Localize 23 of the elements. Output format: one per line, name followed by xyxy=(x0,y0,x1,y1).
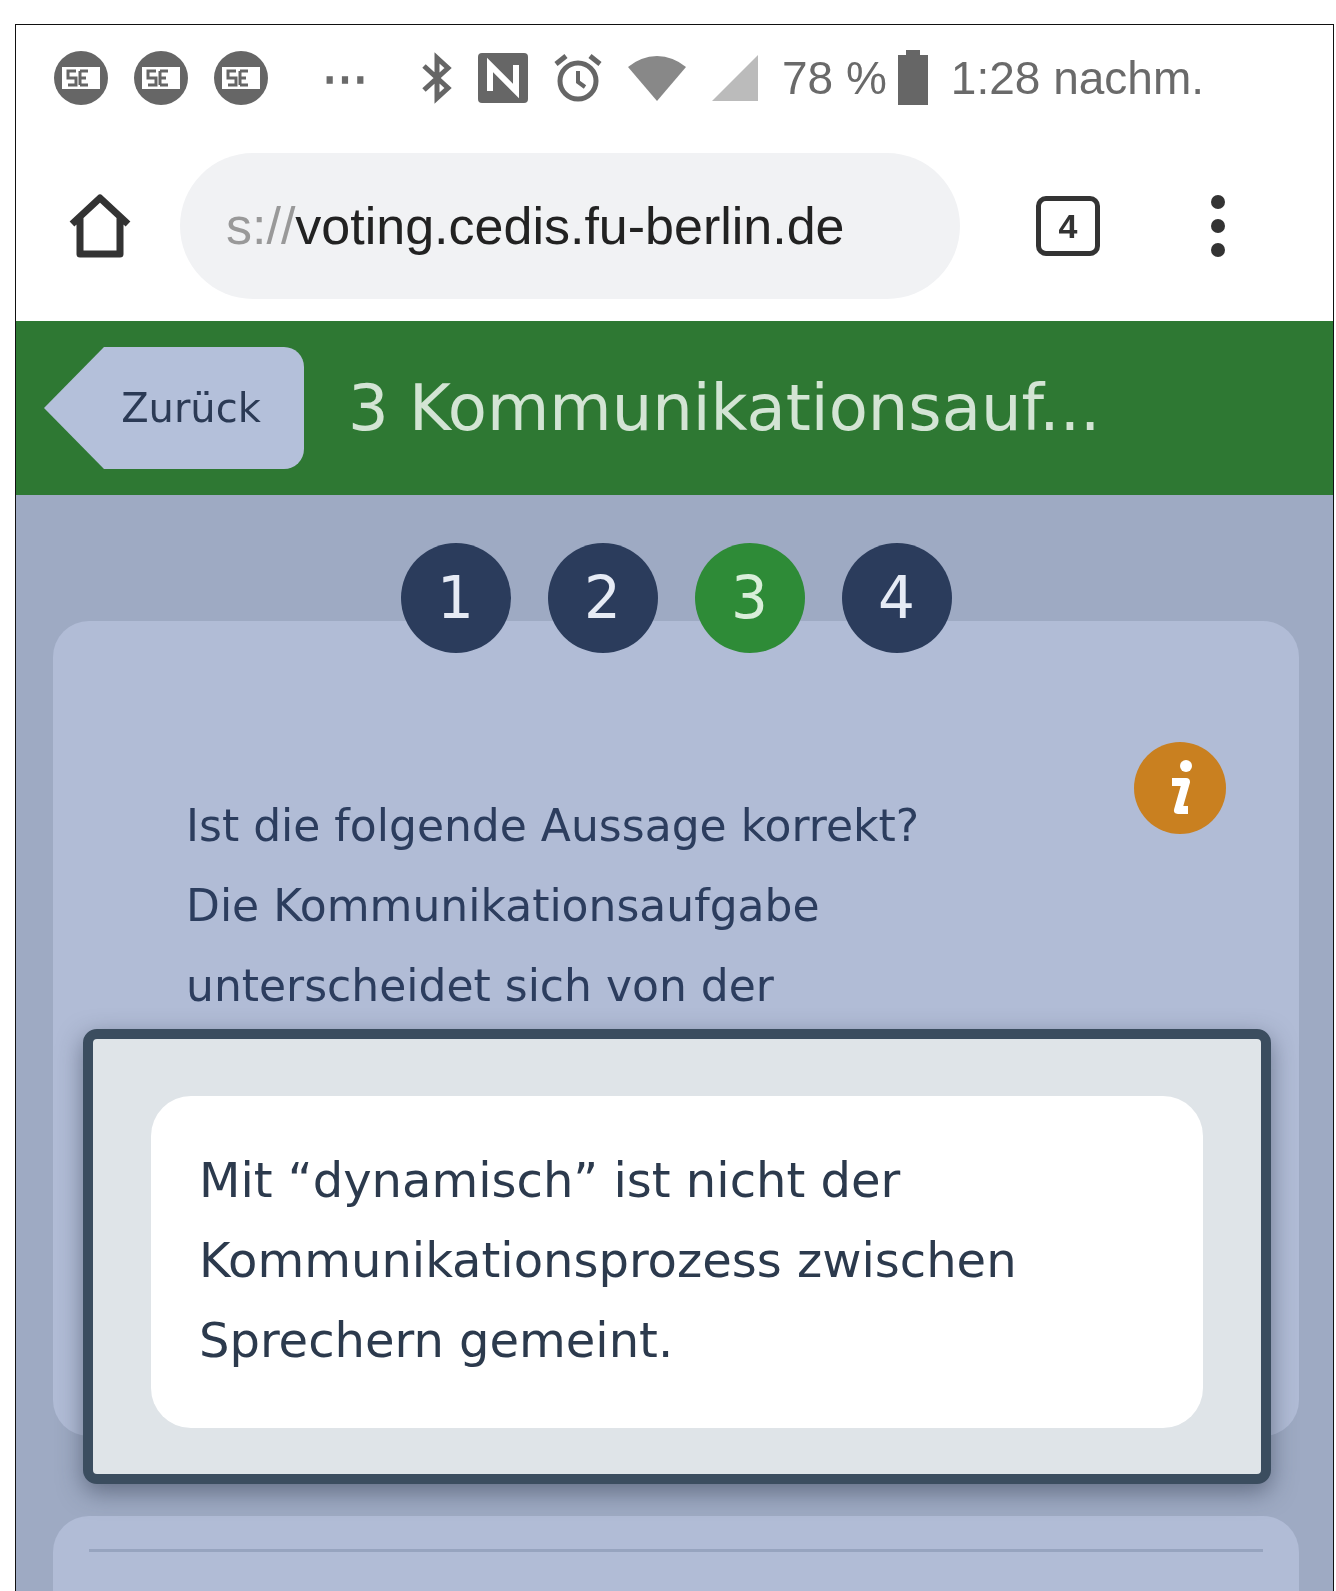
nfc-icon xyxy=(476,51,530,105)
battery-icon xyxy=(896,50,929,106)
address-bar[interactable]: s://voting.cedis.fu-berlin.de xyxy=(180,153,960,299)
tab-count-button[interactable]: 4 xyxy=(1036,196,1100,256)
feedback-text: Mit “dynamisch” ist nicht der Kommunikationsprozess zwischen Sprechern gemeint. xyxy=(151,1096,1203,1428)
step-indicator[interactable]: 4 xyxy=(841,543,952,653)
battery-percentage: 78 % xyxy=(782,51,887,105)
page-title: 3 Kommunikationsauf... xyxy=(348,371,1101,445)
question-text: Ist die folgende Aussage korrekt? Die Kommunikationsaufgabe unterscheidet sich von der xyxy=(186,799,921,1013)
back-button[interactable]: Zurück xyxy=(44,347,304,469)
alarm-icon xyxy=(552,52,604,104)
signal-icon xyxy=(710,53,760,103)
step-indicator[interactable]: 3 xyxy=(694,543,805,653)
app-notification-icon xyxy=(132,49,190,107)
app-notification-icon xyxy=(52,49,110,107)
clock-time: 1:28 nachm. xyxy=(950,51,1205,105)
wifi-icon xyxy=(626,53,688,103)
bluetooth-icon xyxy=(420,52,454,104)
step-indicator[interactable]: 2 xyxy=(547,543,658,653)
step-indicator[interactable]: 1 xyxy=(400,543,511,653)
overflow-indicator: ⋯ xyxy=(322,51,368,105)
app-notification-icon xyxy=(212,49,270,107)
info-icon[interactable] xyxy=(1134,742,1226,834)
